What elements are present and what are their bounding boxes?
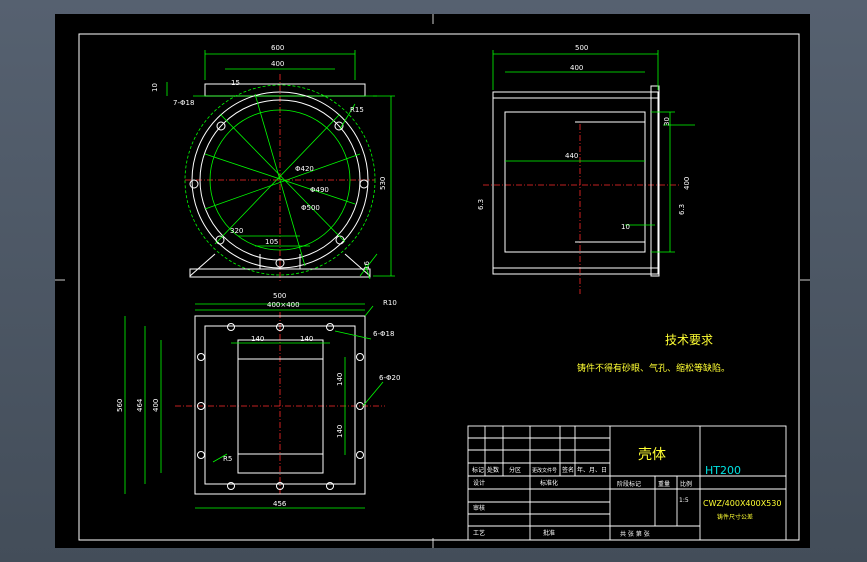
tb-header-1: 处数 <box>487 466 499 474</box>
dim-front-height: 530 <box>379 177 387 190</box>
dim-side-h: 400 <box>683 177 691 190</box>
dim-plan-464: 464 <box>136 398 144 412</box>
plan-view: 500 400×400 R10 6-Φ18 6-Φ20 140 140 140 … <box>116 292 400 509</box>
dim-front-angle: 15 <box>231 79 240 87</box>
dim-front-dia-a: Φ420 <box>295 165 314 173</box>
rough-side-right: 6.3 <box>678 204 686 215</box>
dim-side-440: 440 <box>565 152 578 160</box>
dim-plan-560: 560 <box>116 399 124 412</box>
dim-plan-holes-b: 6-Φ20 <box>379 374 400 382</box>
tb-stage-label: 阶段标记 <box>617 480 641 488</box>
tb-header-3: 更改文件号 <box>532 467 557 474</box>
tb-header-4: 签名 <box>562 466 574 474</box>
dim-plan-holes-a: 6-Φ18 <box>373 330 394 338</box>
dim-side-400: 400 <box>570 64 583 72</box>
tb-row-design: 设计 <box>473 479 485 487</box>
tb-part-name: 壳体 <box>638 446 666 463</box>
dim-side-500: 500 <box>575 44 588 52</box>
tb-sheet-info: 共 张 第 张 <box>620 530 650 538</box>
dim-front-base-h: 105 <box>265 238 278 246</box>
tb-material: HT200 <box>705 464 741 477</box>
dim-plan-r10: R10 <box>383 299 397 307</box>
dim-plan-140-b: 140 <box>300 335 313 343</box>
dim-plan-400x400: 400×400 <box>267 301 300 309</box>
dim-side-30: 30 <box>663 117 671 126</box>
dim-front-base-thk: 16 <box>363 261 371 270</box>
tb-standard: 标准化 <box>540 479 558 487</box>
tb-header-5: 年、月、日 <box>577 466 607 474</box>
tb-ratio-label: 比例 <box>680 480 692 488</box>
tb-drawing-no: CWZ/400X400X530 <box>703 499 781 508</box>
dim-front-r: R15 <box>350 106 364 114</box>
rough-side-left: 6.3 <box>477 199 485 210</box>
drawing-sheet: 600 400 10 7-Φ18 15 Φ420 Φ490 Φ500 530 3… <box>55 14 810 548</box>
dim-plan-r5: R5 <box>223 455 232 463</box>
dim-front-400: 400 <box>271 60 284 68</box>
dim-front-base-w: 320 <box>230 227 243 235</box>
tb-header-2: 分区 <box>509 466 521 474</box>
dim-front-dia-b: Φ490 <box>310 186 329 194</box>
dim-plan-140-a: 140 <box>251 335 264 343</box>
dim-plan-140-d: 140 <box>336 425 344 438</box>
dim-front-dia-c: Φ500 <box>301 204 320 212</box>
tb-scale: 1:5 <box>679 497 689 504</box>
dim-front-holes: 7-Φ18 <box>173 99 194 107</box>
notes-title: 技术要求 <box>665 333 713 347</box>
dim-plan-456: 456 <box>273 500 287 508</box>
notes-text: 铸件不得有砂眼、气孔、缩松等缺陷。 <box>577 362 730 374</box>
dim-front-600: 600 <box>271 44 284 52</box>
front-flange-holes <box>189 121 369 268</box>
title-block: 标记 处数 分区 更改文件号 签名 年、月、日 设计 审核 工艺 标准化 批准 … <box>467 425 787 541</box>
tb-approve: 批准 <box>543 529 555 537</box>
drawing-frame <box>78 33 800 541</box>
sheet-trim-marks <box>55 14 810 548</box>
tb-weight-label: 重量 <box>658 480 670 488</box>
front-view: 600 400 10 7-Φ18 15 Φ420 Φ490 Φ500 530 3… <box>151 44 395 282</box>
plan-holes <box>197 323 364 490</box>
tb-row-review: 审核 <box>473 504 485 512</box>
dim-plan-400: 400 <box>152 399 160 412</box>
cad-drawing: 600 400 10 7-Φ18 15 Φ420 Φ490 Φ500 530 3… <box>55 14 810 548</box>
dim-side-10: 10 <box>621 223 630 231</box>
dim-plan-140-c: 140 <box>336 373 344 386</box>
dim-plan-500: 500 <box>273 292 286 300</box>
tb-row-process: 工艺 <box>473 529 485 537</box>
tb-sub-title: 铸件尺寸公差 <box>717 513 753 521</box>
tb-header-0: 标记 <box>472 466 484 474</box>
dim-front-10: 10 <box>151 83 159 92</box>
side-view: 500 400 440 30 10 400 6.3 6.3 <box>477 44 695 294</box>
